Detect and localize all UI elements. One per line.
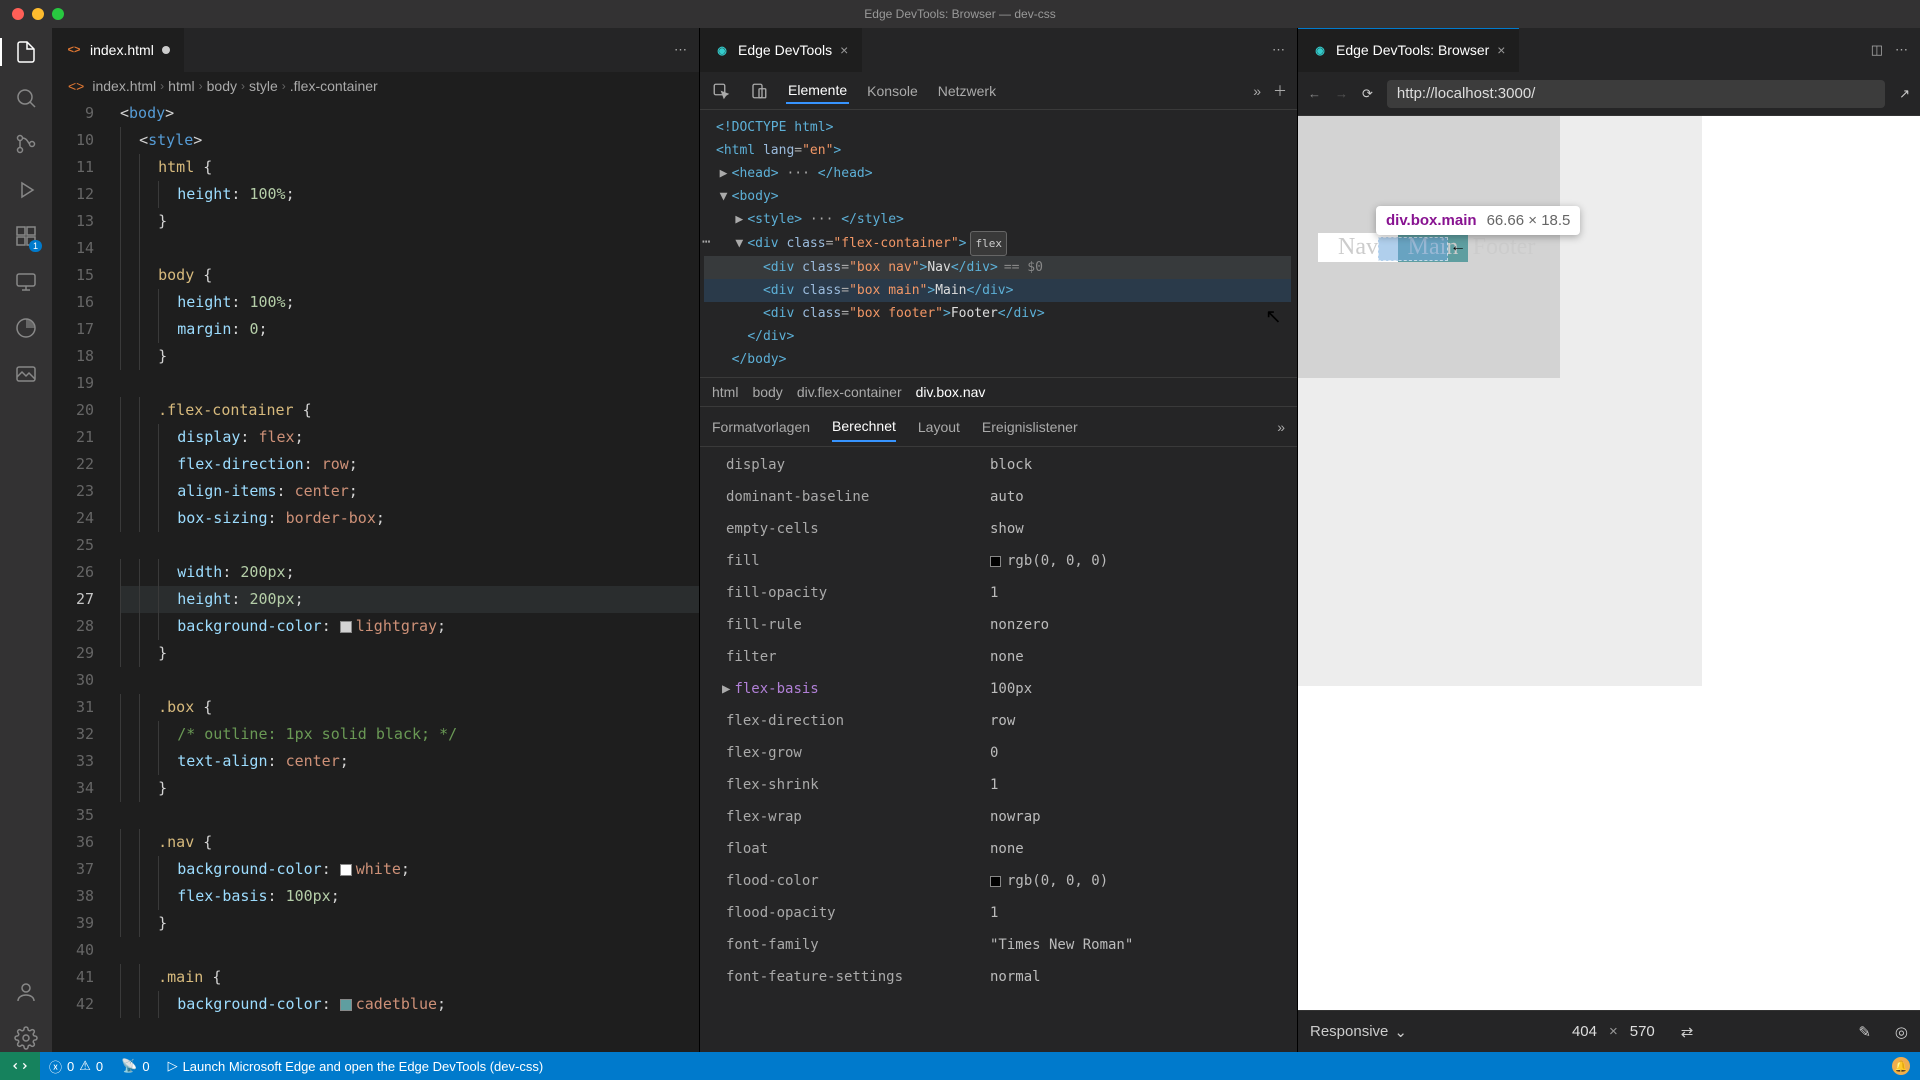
- rotate-icon[interactable]: ⇄: [1681, 1023, 1694, 1041]
- browser-nav-bar: ← → ⟳ http://localhost:3000/ ↗: [1298, 72, 1920, 116]
- close-icon[interactable]: ×: [1497, 42, 1505, 58]
- remote-indicator[interactable]: [0, 1052, 40, 1080]
- subtab-berechnet[interactable]: Berechnet: [832, 412, 896, 442]
- more-actions-icon[interactable]: ⋯: [1272, 42, 1285, 58]
- tab-label: Edge DevTools: [738, 42, 832, 58]
- html-file-icon: <>: [68, 78, 84, 94]
- close-icon[interactable]: ×: [840, 42, 848, 58]
- edge-icon: ◉: [714, 42, 730, 58]
- eyedropper-icon[interactable]: ✎: [1858, 1023, 1871, 1041]
- inspect-element-icon[interactable]: [710, 78, 732, 104]
- edge-tools-icon[interactable]: [12, 314, 40, 342]
- editor-group: <> index.html ⋯ <> index.html › html › b…: [52, 28, 700, 1052]
- window-title: Edge DevTools: Browser — dev-css: [864, 7, 1055, 21]
- viewport-height[interactable]: 570: [1630, 1023, 1655, 1040]
- tab-konsole[interactable]: Konsole: [865, 79, 920, 103]
- tab-elemente[interactable]: Elemente: [786, 78, 849, 104]
- html-file-icon: <>: [66, 42, 82, 58]
- split-editor-icon[interactable]: ◫: [1871, 42, 1883, 58]
- device-emulation-icon[interactable]: [748, 78, 770, 104]
- more-tabs-icon[interactable]: »: [1253, 83, 1261, 99]
- devtools-toolbar: Elemente Konsole Netzwerk » ＋: [700, 72, 1297, 110]
- status-bar: ⓧ0⚠0 📡0 ▷Launch Microsoft Edge and open …: [0, 1052, 1920, 1080]
- subtab-layout[interactable]: Layout: [918, 413, 960, 441]
- reload-icon[interactable]: ⟳: [1362, 86, 1373, 102]
- remote-explorer-icon[interactable]: [12, 268, 40, 296]
- status-errors[interactable]: ⓧ0⚠0: [40, 1057, 112, 1076]
- explorer-icon[interactable]: [12, 38, 40, 66]
- elements-tree[interactable]: <!DOCTYPE html> <html lang="en"> ▶<head>…: [700, 110, 1297, 377]
- url-input[interactable]: http://localhost:3000/: [1387, 80, 1885, 108]
- activity-bar: 1: [0, 28, 52, 1052]
- status-port[interactable]: 📡0: [112, 1058, 158, 1074]
- computed-styles[interactable]: displayblock dominant-baselineauto empty…: [700, 447, 1297, 1052]
- viewport-width[interactable]: 404: [1572, 1023, 1597, 1040]
- notifications-icon[interactable]: 🔔: [1892, 1057, 1910, 1075]
- tab-netzwerk[interactable]: Netzwerk: [936, 79, 998, 103]
- image-preview-icon[interactable]: [12, 360, 40, 388]
- forward-icon[interactable]: →: [1335, 86, 1348, 101]
- tab-edge-browser[interactable]: ◉ Edge DevTools: Browser ×: [1298, 28, 1519, 72]
- tab-edge-devtools[interactable]: ◉ Edge DevTools ×: [700, 28, 862, 72]
- chevron-right-icon: ›: [160, 79, 164, 93]
- browser-viewport[interactable]: Nav Main Footer ← div.box.main66.66 × 18…: [1298, 116, 1920, 1010]
- maximize-window-button[interactable]: [52, 8, 64, 20]
- dirty-indicator-icon: [162, 46, 170, 54]
- styles-subtabs: Formatvorlagen Berechnet Layout Ereignis…: [700, 407, 1297, 447]
- subtab-formatvorlagen[interactable]: Formatvorlagen: [712, 413, 810, 441]
- subtab-ereignislistener[interactable]: Ereignislistener: [982, 413, 1078, 441]
- window-controls: [0, 8, 64, 20]
- add-tab-icon[interactable]: ＋: [1273, 81, 1287, 101]
- page-footer-box: Footer: [1468, 233, 1540, 262]
- screenshot-icon[interactable]: ◎: [1895, 1023, 1908, 1041]
- extensions-icon[interactable]: 1: [12, 222, 40, 250]
- more-subtabs-icon[interactable]: »: [1277, 419, 1285, 435]
- more-actions-icon[interactable]: ⋯: [1895, 42, 1908, 58]
- devtools-tabs: ◉ Edge DevTools × ⋯: [700, 28, 1297, 72]
- browser-panel: ◉ Edge DevTools: Browser × ◫ ⋯ ← → ⟳ htt…: [1298, 28, 1920, 1052]
- minimize-window-button[interactable]: [32, 8, 44, 20]
- titlebar: Edge DevTools: Browser — dev-css: [0, 0, 1920, 28]
- browser-tabs: ◉ Edge DevTools: Browser × ◫ ⋯: [1298, 28, 1920, 72]
- code-editor[interactable]: 9101112131415161718192021222324252627282…: [52, 100, 699, 1052]
- element-highlight: [1378, 237, 1448, 261]
- breadcrumb[interactable]: <> index.html › html › body › style › .f…: [52, 72, 699, 100]
- tab-label: index.html: [90, 42, 154, 58]
- accounts-icon[interactable]: [12, 978, 40, 1006]
- element-tooltip: div.box.main66.66 × 18.5: [1376, 206, 1580, 235]
- back-icon[interactable]: ←: [1308, 86, 1321, 101]
- open-external-icon[interactable]: ↗: [1899, 86, 1910, 102]
- edge-icon: ◉: [1312, 42, 1328, 58]
- chevron-down-icon: ⌄: [1394, 1023, 1407, 1041]
- status-launch-devtools[interactable]: ▷Launch Microsoft Edge and open the Edge…: [159, 1058, 553, 1074]
- devtools-panel: ◉ Edge DevTools × ⋯ Elemente Konsole Net…: [700, 28, 1298, 1052]
- more-actions-icon[interactable]: ⋯: [674, 42, 687, 58]
- source-control-icon[interactable]: [12, 130, 40, 158]
- search-icon[interactable]: [12, 84, 40, 112]
- elements-breadcrumb[interactable]: html body div.flex-container div.box.nav: [700, 377, 1297, 407]
- device-dropdown[interactable]: Responsive ⌄: [1310, 1023, 1407, 1041]
- flex-arrow-icon: ←: [1450, 238, 1466, 256]
- tab-label: Edge DevTools: Browser: [1336, 42, 1489, 58]
- editor-tabs: <> index.html ⋯: [52, 28, 699, 72]
- close-window-button[interactable]: [12, 8, 24, 20]
- run-debug-icon[interactable]: [12, 176, 40, 204]
- device-toolbar: Responsive ⌄ 404 × 570 ⇄ ✎ ◎: [1298, 1010, 1920, 1052]
- settings-gear-icon[interactable]: [12, 1024, 40, 1052]
- tab-index-html[interactable]: <> index.html: [52, 28, 184, 72]
